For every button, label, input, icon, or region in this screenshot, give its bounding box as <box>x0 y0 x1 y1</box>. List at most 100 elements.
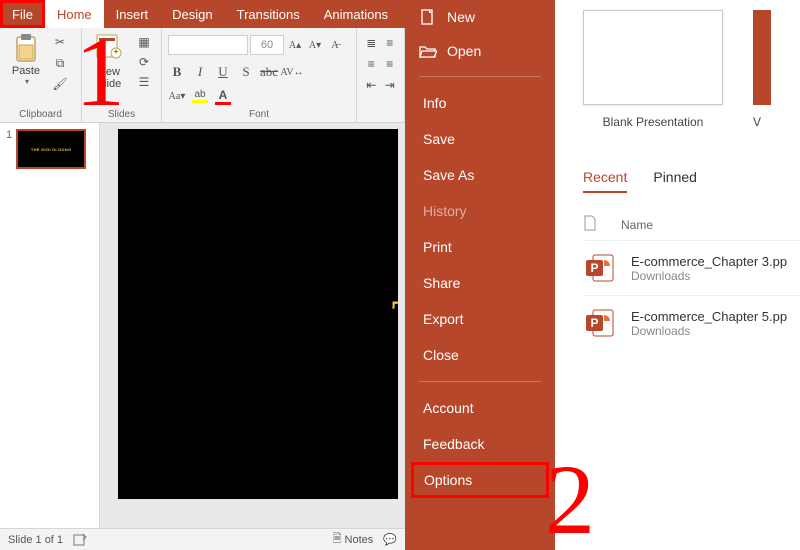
format-painter-button[interactable]: 🖌 <box>50 75 70 93</box>
backstage-open-label: Open <box>447 43 481 59</box>
layout-button[interactable]: ▦ <box>134 33 154 51</box>
tab-home[interactable]: Home <box>45 0 104 28</box>
paste-button[interactable]: Paste ▾ <box>6 31 46 93</box>
svg-text:P: P <box>590 316 598 330</box>
slide-title-text: THÊ G <box>392 291 398 338</box>
file-name: E-commerce_Chapter 5.pp <box>631 309 787 324</box>
template-label-other: V <box>753 115 761 129</box>
group-clipboard: Paste ▾ ✂ ⧉ 🖌 Clipboard <box>0 28 82 122</box>
svg-text:P: P <box>590 261 598 275</box>
file-icon-header <box>583 215 603 234</box>
reset-button[interactable]: ⟳ <box>134 53 154 71</box>
tab-insert[interactable]: Insert <box>104 0 161 28</box>
italic-button[interactable]: I <box>191 63 209 81</box>
recent-tab[interactable]: Recent <box>583 169 627 193</box>
thumb-title: THE GIOI DI DONG <box>31 147 72 152</box>
new-slide-button[interactable]: New Slide <box>88 31 130 91</box>
slide-canvas[interactable]: THÊ G <box>118 129 398 499</box>
backstage-history: History <box>405 193 555 229</box>
indent-dec-button[interactable]: ⇤ <box>363 76 380 94</box>
bullets-button[interactable]: ≣ <box>363 34 380 52</box>
backstage-close[interactable]: Close <box>405 337 555 373</box>
section-button[interactable]: ☰ <box>134 73 154 91</box>
ribbon-tabs: File Home Insert Design Transitions Anim… <box>0 0 405 28</box>
font-color-button[interactable]: A <box>214 87 232 105</box>
slide-canvas-area[interactable]: THÊ G <box>100 123 405 528</box>
backstage-save[interactable]: Save <box>405 121 555 157</box>
grow-font-button[interactable]: A▴ <box>286 36 304 54</box>
powerpoint-file-icon: P <box>583 306 617 340</box>
shrink-font-button[interactable]: A▾ <box>306 36 324 54</box>
new-icon <box>419 8 437 26</box>
spellcheck-button[interactable] <box>73 533 87 547</box>
font-name-select[interactable] <box>168 35 248 55</box>
slide-thumbnail-1[interactable]: THE GIOI DI DONG <box>16 129 86 169</box>
separator <box>419 381 541 382</box>
backstage-nav: New Open Info Save Save As History Print… <box>405 0 555 550</box>
font-size-select[interactable]: 60 <box>250 35 284 55</box>
file-list-header: Name <box>583 215 800 240</box>
tab-transitions[interactable]: Transitions <box>225 0 312 28</box>
strike-button[interactable]: abc <box>260 63 278 81</box>
ribbon: Paste ▾ ✂ ⧉ 🖌 Clipboard <box>0 28 405 123</box>
shadow-button[interactable]: S <box>237 63 255 81</box>
template-blank[interactable]: Blank Presentation <box>583 10 723 129</box>
align-center-button[interactable]: ≡ <box>382 55 399 73</box>
change-case-button[interactable]: Aa▾ <box>168 87 186 105</box>
open-icon <box>419 42 437 60</box>
file-row[interactable]: P E-commerce_Chapter 3.pp Downloads <box>583 240 800 295</box>
file-location: Downloads <box>631 324 787 338</box>
comments-button[interactable]: 💬 <box>383 533 397 546</box>
indent-inc-button[interactable]: ⇥ <box>382 76 399 94</box>
tab-file[interactable]: File <box>0 0 45 28</box>
group-font: 60 A▴ A▾ A̶ B I U S abc AV↔ Aa▾ ab <box>162 28 357 122</box>
notes-button[interactable]: 🗎 Notes <box>333 530 374 549</box>
backstage-account[interactable]: Account <box>405 390 555 426</box>
slide-number: 1 <box>6 129 12 169</box>
backstage-export[interactable]: Export <box>405 301 555 337</box>
backstage-saveas[interactable]: Save As <box>405 157 555 193</box>
backstage-info[interactable]: Info <box>405 85 555 121</box>
powerpoint-file-icon: P <box>583 251 617 285</box>
group-label-font: Font <box>168 107 350 120</box>
slide-counter: Slide 1 of 1 <box>8 534 63 546</box>
tab-design[interactable]: Design <box>160 0 224 28</box>
workspace: 1 THE GIOI DI DONG THÊ G <box>0 123 405 528</box>
backstage-share[interactable]: Share <box>405 265 555 301</box>
notes-label: Notes <box>345 534 374 546</box>
backstage-content: Blank Presentation V Recent Pinned Name <box>555 0 800 550</box>
pinned-tab[interactable]: Pinned <box>653 169 697 193</box>
copy-button[interactable]: ⧉ <box>50 54 70 72</box>
file-location: Downloads <box>631 269 787 283</box>
template-thumb-other <box>753 10 771 105</box>
template-thumb-blank <box>583 10 723 105</box>
backstage-options[interactable]: Options <box>411 462 549 498</box>
char-spacing-button[interactable]: AV↔ <box>283 63 301 81</box>
group-paragraph: ≣ ≡ ≡ ≡ ⇤ ⇥ <box>357 28 405 122</box>
caret-down-icon: ▾ <box>25 77 29 86</box>
backstage-open[interactable]: Open <box>405 34 555 68</box>
name-column-header[interactable]: Name <box>621 218 653 232</box>
group-slides: New Slide ▦ ⟳ ☰ Slides <box>82 28 162 122</box>
cut-button[interactable]: ✂ <box>50 33 70 51</box>
clear-format-button[interactable]: A̶ <box>326 36 344 54</box>
file-name: E-commerce_Chapter 3.pp <box>631 254 787 269</box>
notes-icon: 🗎 <box>333 530 342 549</box>
file-row[interactable]: P E-commerce_Chapter 5.pp Downloads <box>583 295 800 350</box>
recent-tabs: Recent Pinned <box>583 169 800 193</box>
highlight-button[interactable]: ab <box>191 87 209 105</box>
new-slide-label: New Slide <box>97 66 121 90</box>
paste-label: Paste <box>12 65 40 77</box>
align-left-button[interactable]: ≡ <box>363 55 380 73</box>
backstage-feedback[interactable]: Feedback <box>405 426 555 462</box>
backstage-new[interactable]: New <box>405 0 555 34</box>
bold-button[interactable]: B <box>168 63 186 81</box>
underline-button[interactable]: U <box>214 63 232 81</box>
backstage-new-label: New <box>447 9 475 25</box>
thumbnail-panel[interactable]: 1 THE GIOI DI DONG <box>0 123 100 528</box>
backstage-print[interactable]: Print <box>405 229 555 265</box>
template-other[interactable]: V <box>753 10 771 129</box>
numbering-button[interactable]: ≡ <box>382 34 399 52</box>
template-label-blank: Blank Presentation <box>603 115 704 129</box>
tab-animations[interactable]: Animations <box>312 0 400 28</box>
